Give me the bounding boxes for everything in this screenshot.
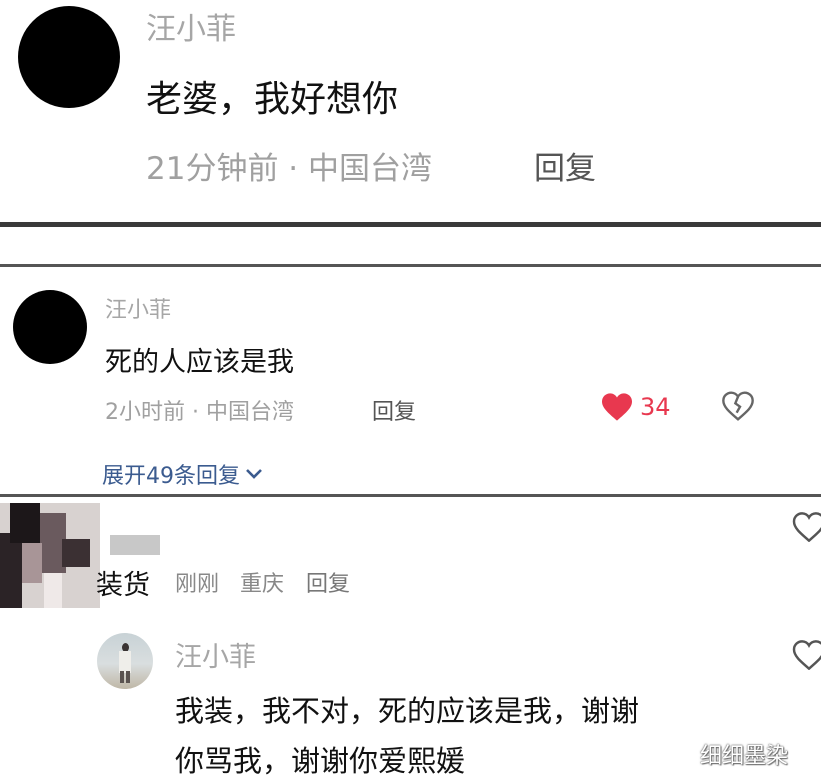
reply-text-line-1: 我装，我不对，死的应该是我，谢谢 [175,694,640,728]
reply-text-line-2: 你骂我，谢谢你爱熙媛 [175,744,466,778]
censored-username [110,535,160,555]
section-divider [0,494,821,497]
watermark: 细细墨染 [700,744,789,769]
chevron-down-icon [244,462,264,487]
heart-outline-icon [792,640,821,670]
expand-replies-label: 展开49条回复 [102,464,240,489]
avatar-photo[interactable] [97,633,153,689]
like-button[interactable] [600,392,636,424]
section-divider [0,264,821,267]
like-button[interactable] [792,512,821,544]
like-count: 34 [640,393,671,421]
comment-text: 老婆，我好想你 [146,79,399,120]
heart-outline-icon [792,512,821,542]
username[interactable]: 汪小菲 [105,292,171,324]
section-divider [0,222,821,227]
like-button[interactable] [792,640,821,672]
reply-button[interactable]: 回复 [534,143,596,188]
username[interactable]: 汪小菲 [175,635,256,674]
reply-button[interactable]: 回复 [372,394,416,426]
expand-replies-link[interactable]: 展开49条回复 [102,458,264,490]
comment-meta: 2小时前 · 中国台湾 [105,400,294,425]
reply-button[interactable]: 回复 [306,566,350,598]
heart-filled-icon [600,392,636,422]
avatar[interactable] [18,6,120,108]
avatar[interactable] [13,290,87,364]
comment-time: 刚刚 [175,572,220,597]
comment-text: 装货 [96,570,150,601]
comment-text: 死的人应该是我 [105,347,294,378]
comment-meta: 21分钟前 · 中国台湾 [146,151,433,187]
username[interactable]: 汪小菲 [146,4,236,48]
comment-location: 重庆 [240,572,285,597]
broken-heart-icon [722,391,756,421]
dislike-button[interactable] [722,391,756,423]
avatar-mosaic[interactable] [0,503,100,608]
